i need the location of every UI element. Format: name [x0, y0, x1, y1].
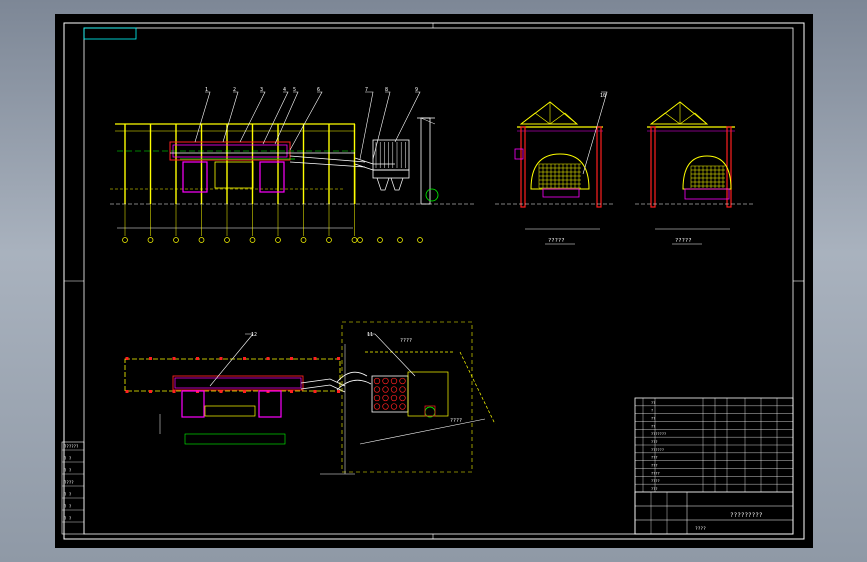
plan-column — [125, 357, 129, 360]
grid-bubble — [300, 237, 307, 243]
grid-bubble — [417, 237, 423, 243]
leader-8: 8 — [385, 87, 388, 93]
grid-bubble — [224, 237, 230, 243]
plan-column — [290, 390, 293, 393]
grid-bubble — [173, 237, 179, 243]
plan-column — [196, 357, 199, 360]
grid-bubble — [397, 237, 403, 243]
inner-border — [83, 27, 794, 535]
side-table-cell: ???? — [64, 480, 74, 485]
plan-column — [337, 390, 340, 393]
plan-bag — [399, 394, 406, 402]
leader-6: 6 — [317, 87, 320, 93]
leader-12: 12 — [251, 332, 257, 338]
plan-bag — [390, 403, 398, 410]
grid-bubble — [249, 237, 256, 243]
title-block: ????????????????????????????????????????… — [634, 397, 794, 535]
side-table-cell: ? ? — [64, 492, 72, 497]
grid-bubble — [122, 237, 128, 243]
plan-column — [149, 390, 152, 393]
title-block-cell: ? — [651, 409, 653, 413]
plan-view: ???? ???? 12 11 — [124, 321, 496, 475]
leader-2: 2 — [233, 87, 236, 93]
plan-bag — [373, 394, 381, 402]
plan-column — [219, 390, 223, 393]
section-view-b: ????? — [635, 101, 755, 245]
side-table-cell: ? ? — [64, 504, 72, 509]
plan-bag — [399, 403, 406, 410]
plan-bag — [382, 377, 389, 385]
plan-bag — [373, 377, 381, 385]
section-b-caption: ????? — [675, 238, 692, 244]
leader-5: 5 — [293, 87, 296, 93]
side-table-cell: ? ? — [64, 456, 72, 461]
plan-column — [313, 357, 317, 360]
title-block-cell: ??? — [651, 440, 658, 444]
grid-bubble — [357, 237, 363, 243]
leader-10: 10 — [600, 93, 606, 99]
title-block-cell: ?? — [651, 401, 655, 405]
section-a-caption: ????? — [548, 238, 565, 244]
leader-11: 11 — [367, 332, 373, 338]
plan-bag — [390, 394, 398, 402]
plan-column — [219, 357, 223, 360]
title-block-cell: ?? — [651, 417, 655, 421]
grid-bubble — [147, 237, 154, 243]
title-block-cell: ??????? — [651, 432, 666, 436]
side-table-cell: ? ? — [64, 468, 72, 473]
grid-bubble — [275, 237, 281, 243]
title-block-cell: ?????? — [651, 448, 664, 452]
grid-bubble — [326, 237, 332, 243]
title-block-cell: ??? — [651, 456, 658, 460]
drawing-sheet: 123456789 ????? 10 ????? ???? ???? 12 11… — [55, 14, 813, 548]
plan-column — [149, 357, 152, 360]
outer-border — [63, 22, 805, 540]
title-block-cell: ?? — [651, 424, 655, 428]
side-table: ?????? ? ? ? ????? ? ? ? ? ? ? — [61, 441, 85, 535]
top-label-box — [83, 27, 137, 40]
title-block-title: ????????? — [730, 512, 763, 519]
plan-bag — [399, 386, 406, 393]
leader-1: 1 — [205, 87, 208, 93]
cad-drawing: 123456789 ????? 10 ????? ???? ???? 12 11… — [61, 22, 805, 540]
section-view-a: ????? 10 — [495, 91, 615, 245]
leader-9: 9 — [415, 87, 418, 93]
title-block-cell: ??? — [651, 464, 658, 468]
cad-viewport[interactable]: 123456789 ????? 10 ????? ???? ???? 12 11… — [0, 0, 867, 562]
grid-bubble — [351, 237, 358, 243]
title-block-cell: ???? — [651, 471, 660, 475]
plan-bag — [382, 403, 389, 410]
leader-3: 3 — [260, 87, 263, 93]
side-table-cell: ? ? — [64, 516, 72, 521]
plan-column — [125, 390, 129, 393]
leader-4: 4 — [283, 87, 286, 93]
plan-bag — [382, 394, 389, 402]
title-block-cell: ???? — [651, 479, 660, 483]
plan-column — [243, 357, 246, 360]
side-table-cell: ?????? — [64, 444, 79, 449]
plan-column — [337, 357, 340, 360]
plan-column — [290, 357, 293, 360]
plan-column — [243, 390, 246, 393]
grid-bubble — [198, 237, 205, 243]
grid-bubble — [377, 237, 383, 243]
elevation-view: 1 2 3 4 5 6 7 8 9 — [110, 87, 475, 243]
plan-bag — [373, 403, 381, 410]
title-block-cell: ??? — [651, 487, 658, 491]
plan-column — [313, 390, 317, 393]
plan-column — [172, 357, 176, 360]
plan-bag — [390, 377, 398, 385]
plan-bag — [373, 386, 381, 393]
plan-bag — [399, 377, 406, 385]
plan-bag — [390, 386, 398, 393]
plan-note-2: ???? — [450, 418, 462, 424]
title-block-company: ???? — [695, 526, 706, 532]
leader-7: 7 — [365, 87, 368, 93]
plan-bag — [382, 386, 389, 393]
plan-note-1: ???? — [400, 338, 412, 344]
plan-column — [266, 357, 270, 360]
plan-column — [172, 390, 176, 393]
